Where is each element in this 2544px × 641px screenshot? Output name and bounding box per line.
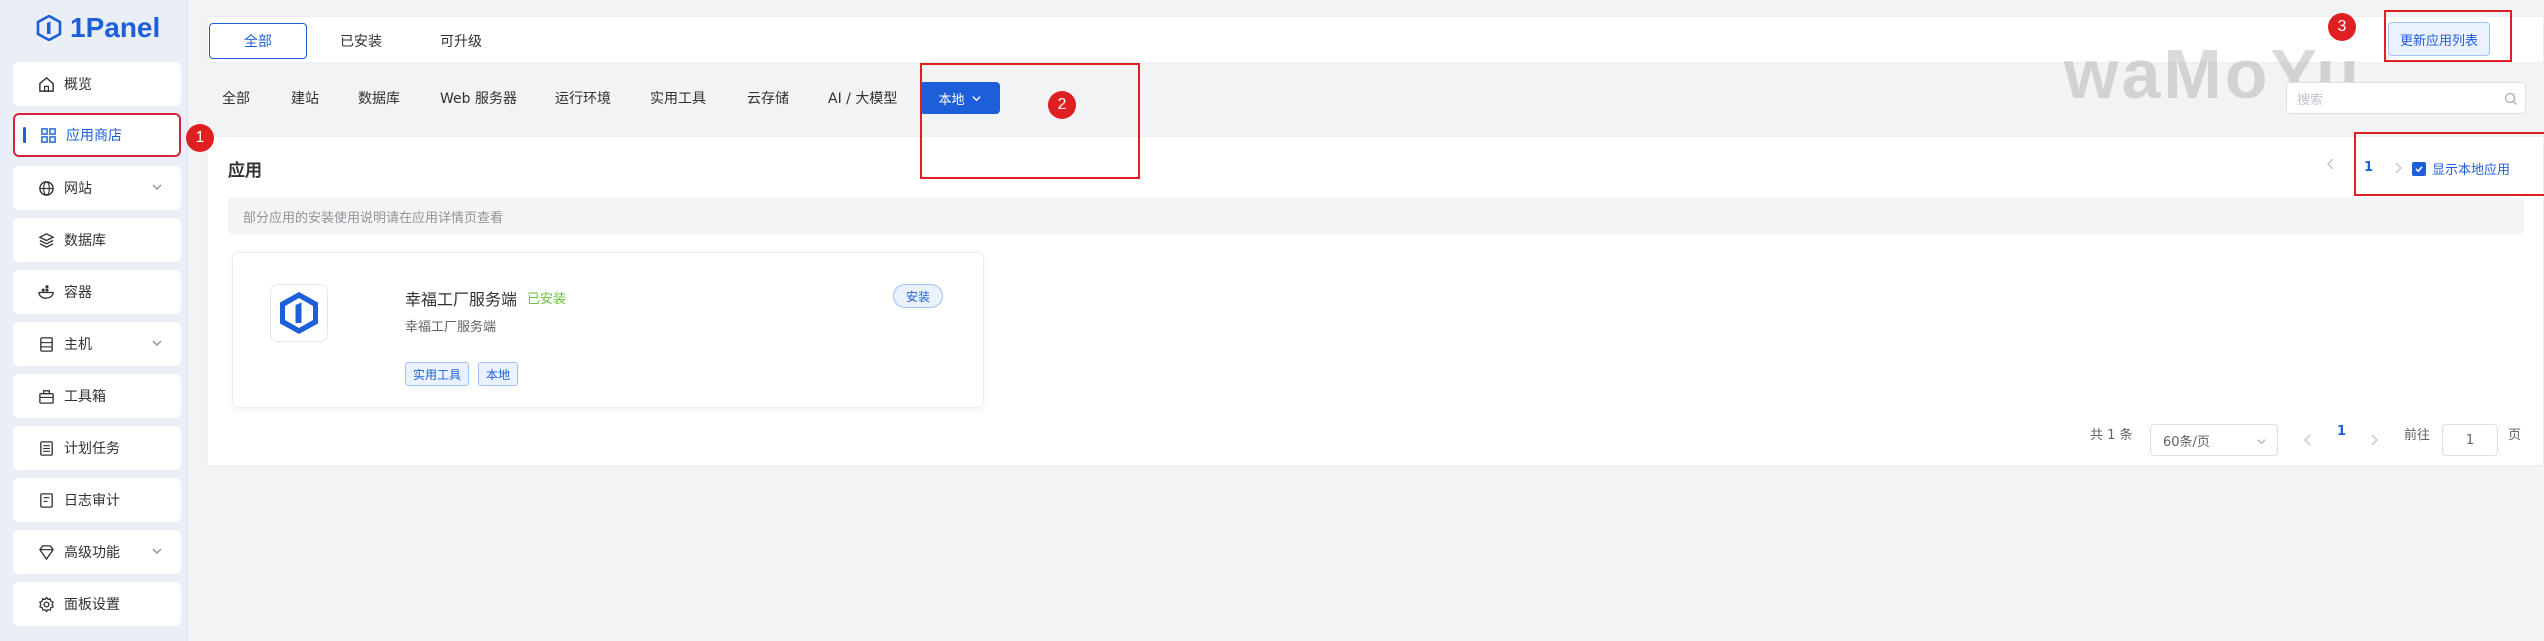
category-all[interactable]: 全部 (222, 86, 250, 110)
prev-page-icon[interactable] (2303, 434, 2313, 446)
sidebar-item-overview[interactable]: 概览 (13, 62, 181, 106)
sidebar-item-label: 容器 (64, 285, 92, 301)
brand-logo[interactable]: 1Panel (36, 10, 160, 46)
search-icon (2504, 92, 2517, 105)
goto-label: 前往 (2404, 428, 2431, 443)
app-name[interactable]: 幸福工厂服务端 (405, 286, 517, 310)
sidebar-item-toolbox[interactable]: 工具箱 (13, 374, 181, 418)
next-page-icon[interactable] (2369, 434, 2379, 446)
sidebar-item-label: 高级功能 (64, 545, 120, 561)
panel-title: 应用 (228, 161, 262, 181)
tasks-icon (37, 439, 55, 457)
annotation-box-3 (2384, 10, 2512, 62)
category-runtime[interactable]: 运行环境 (555, 86, 611, 110)
app-tag-utility: 实用工具 (405, 362, 470, 386)
category-database[interactable]: 数据库 (358, 86, 400, 110)
app-tag-local: 本地 (478, 362, 519, 386)
sidebar: 1Panel 概览 应用商店 网站 数据库 容器 主机 工具箱 计划任务 日志审… (0, 0, 188, 641)
top-pager (2326, 158, 2336, 170)
annotation-box-local (2354, 132, 2544, 196)
sidebar-item-label: 面板设置 (64, 597, 120, 613)
search-placeholder: 搜索 (2297, 92, 2324, 108)
server-icon (37, 335, 55, 353)
install-notice: 部分应用的安装使用说明请在应用详情页查看 (228, 198, 2524, 234)
app-card[interactable] (232, 252, 984, 408)
category-site[interactable]: 建站 (291, 86, 319, 110)
docker-icon (37, 283, 55, 301)
sidebar-item-label: 应用商店 (66, 128, 122, 144)
sidebar-item-database[interactable]: 数据库 (13, 218, 181, 262)
annotation-badge-3: 3 (2328, 13, 2356, 41)
chevron-down-icon (152, 548, 162, 554)
app-logo-icon (270, 284, 328, 342)
prev-page-icon[interactable] (2326, 158, 2336, 170)
install-button[interactable]: 安装 (893, 284, 943, 308)
database-icon (37, 231, 55, 249)
sidebar-item-log-audit[interactable]: 日志审计 (13, 478, 181, 522)
category-utility[interactable]: 实用工具 (650, 86, 706, 110)
app-description: 幸福工厂服务端 (405, 320, 497, 335)
annotation-box-2 (920, 63, 1140, 179)
sidebar-item-container[interactable]: 容器 (13, 270, 181, 314)
sidebar-item-label: 主机 (64, 337, 92, 353)
tab-all[interactable]: 全部 (209, 23, 307, 59)
sidebar-item-label: 工具箱 (64, 389, 106, 405)
sidebar-item-website[interactable]: 网站 (13, 166, 181, 210)
app-installed-status: 已安装 (527, 292, 567, 307)
gear-icon (37, 595, 55, 613)
tab-upgradable[interactable]: 可升级 (426, 23, 496, 59)
chevron-down-icon (152, 340, 162, 346)
sidebar-item-advanced[interactable]: 高级功能 (13, 530, 181, 574)
pagination-current[interactable]: 1 (2337, 424, 2346, 439)
pagination-total: 共 1 条 (2090, 428, 2133, 443)
diamond-icon (37, 543, 55, 561)
sidebar-item-scheduled-tasks[interactable]: 计划任务 (13, 426, 181, 470)
brand-name: 1Panel (70, 12, 161, 43)
sidebar-item-label: 计划任务 (64, 441, 120, 457)
category-web-server[interactable]: Web 服务器 (440, 86, 517, 110)
chevron-down-icon (152, 184, 162, 190)
log-icon (37, 491, 55, 509)
globe-icon (37, 179, 55, 197)
annotation-badge-1: 1 (186, 124, 214, 152)
sidebar-item-label: 日志审计 (64, 493, 120, 509)
tab-installed[interactable]: 已安装 (326, 23, 396, 59)
sidebar-item-label: 概览 (64, 77, 92, 93)
category-cloud-storage[interactable]: 云存储 (747, 86, 789, 110)
logo-icon (36, 15, 62, 41)
sidebar-item-panel-settings[interactable]: 面板设置 (13, 582, 181, 626)
app-grid-icon (39, 126, 57, 144)
toolbox-icon (37, 387, 55, 405)
active-indicator (23, 127, 26, 143)
sidebar-item-label: 网站 (64, 181, 92, 197)
home-icon (37, 75, 55, 93)
page-size-select[interactable]: 60条/页 (2150, 424, 2278, 456)
search-input[interactable]: 搜索 (2286, 82, 2526, 114)
sidebar-item-host[interactable]: 主机 (13, 322, 181, 366)
sidebar-item-app-store[interactable]: 应用商店 (13, 113, 181, 157)
chevron-down-icon (2257, 439, 2266, 445)
category-ai[interactable]: AI / 大模型 (828, 86, 897, 110)
annotation-badge-2: 2 (1048, 91, 1076, 119)
goto-page-input[interactable]: 1 (2442, 424, 2498, 456)
page-suffix: 页 (2508, 428, 2522, 443)
sidebar-item-label: 数据库 (64, 233, 106, 249)
page-size-value: 60条/页 (2163, 434, 2210, 450)
